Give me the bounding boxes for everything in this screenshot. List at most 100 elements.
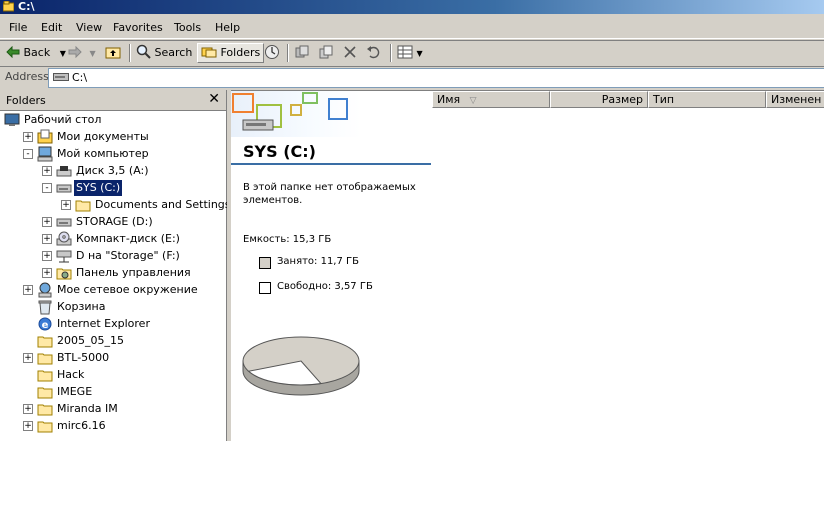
- menu-view[interactable]: View: [76, 20, 102, 35]
- tree-item-label: BTL-5000: [57, 351, 110, 364]
- folders-icon: [201, 47, 217, 58]
- views-button[interactable]: ▼: [397, 43, 423, 63]
- copy-to-button[interactable]: [318, 43, 334, 63]
- menu-bar: File Edit View Favorites Tools Help: [0, 17, 824, 39]
- expand-icon[interactable]: +: [42, 268, 52, 278]
- expand-icon[interactable]: +: [23, 353, 33, 363]
- address-bar: Address C:\: [0, 66, 824, 89]
- drive-banner-icon: [231, 91, 361, 137]
- cd-drive-icon: [56, 231, 72, 246]
- free-text: Свободно: 3,57 ГБ: [277, 281, 373, 292]
- tree-item-label: Корзина: [57, 300, 106, 313]
- capacity-text: Емкость: 15,3 ГБ: [243, 234, 332, 245]
- menu-tools[interactable]: Tools: [174, 20, 201, 35]
- copy-to-icon: [319, 45, 333, 59]
- tree-item-label: Hack: [57, 368, 85, 381]
- folder-window-icon: [3, 1, 14, 12]
- tree-item-label: Мое сетевое окружение: [57, 283, 198, 296]
- folders-pane-title: Folders: [6, 94, 46, 107]
- folder-icon: [37, 353, 53, 365]
- tree-item-label: STORAGE (D:): [76, 215, 153, 228]
- collapse-icon[interactable]: -: [23, 149, 33, 159]
- disk-usage-pie: [242, 336, 360, 396]
- search-icon: [136, 44, 151, 59]
- sort-desc-icon: ▽: [469, 96, 477, 106]
- expand-icon[interactable]: +: [23, 285, 33, 295]
- menu-edit[interactable]: Edit: [41, 20, 62, 35]
- tree-item-label: Диск 3,5 (A:): [76, 164, 149, 177]
- tree-item-label: Рабочий стол: [24, 113, 102, 126]
- tree-item-label: Панель управления: [76, 266, 191, 279]
- tree-item-label: Miranda IM: [57, 402, 118, 415]
- menu-help[interactable]: Help: [215, 20, 240, 35]
- folder-icon: [37, 336, 53, 348]
- folders-pane-header: Folders ✕: [0, 90, 226, 111]
- column-modified[interactable]: Изменен: [766, 91, 824, 108]
- tree-item-label: SYS (C:): [74, 180, 123, 196]
- folders-label: Folders: [220, 46, 261, 59]
- hard-drive-icon: [53, 73, 69, 81]
- tree-item-label: Documents and Settings: [95, 198, 231, 211]
- expand-icon[interactable]: +: [42, 217, 52, 227]
- folder-icon: [75, 200, 91, 212]
- tree-item-label: Мой компьютер: [57, 147, 149, 160]
- menu-file[interactable]: File: [9, 20, 27, 35]
- used-text: Занято: 11,7 ГБ: [277, 256, 359, 267]
- expand-icon[interactable]: +: [23, 404, 33, 414]
- expand-icon[interactable]: +: [23, 132, 33, 142]
- undo-button[interactable]: [366, 43, 382, 63]
- expand-icon[interactable]: +: [61, 200, 71, 210]
- address-value: C:\: [72, 71, 88, 84]
- tree-item-label: Мои документы: [57, 130, 149, 143]
- explorer-window: C:\ File Edit View Favorites Tools Help …: [0, 0, 824, 441]
- back-label: Back: [23, 46, 51, 59]
- search-button[interactable]: Search: [136, 43, 192, 63]
- window-title: C:\: [18, 0, 35, 13]
- title-divider: [231, 163, 431, 165]
- forward-button[interactable]: ▼: [68, 43, 96, 63]
- menu-favorites[interactable]: Favorites: [113, 20, 163, 35]
- network-drive-icon: [56, 250, 72, 263]
- move-to-button[interactable]: [294, 43, 310, 63]
- up-folder-button[interactable]: [105, 43, 121, 63]
- column-size[interactable]: Размер: [550, 91, 648, 108]
- column-type[interactable]: Тип: [648, 91, 766, 108]
- back-arrow-icon: [6, 45, 20, 59]
- expand-icon[interactable]: +: [42, 166, 52, 176]
- back-dropdown-icon: ▼: [59, 49, 66, 58]
- hard-drive-icon: [56, 184, 72, 193]
- collapse-icon[interactable]: -: [42, 183, 52, 193]
- back-button[interactable]: Back ▼: [6, 43, 66, 63]
- folder-icon: [37, 421, 53, 433]
- file-list-header: Имя ▽ Размер Тип Изменен: [432, 91, 824, 108]
- column-name[interactable]: Имя ▽: [432, 91, 550, 108]
- free-swatch: [259, 282, 271, 294]
- tree-item-label: mirc6.16: [57, 419, 106, 432]
- title-bar[interactable]: C:\: [0, 0, 824, 14]
- forward-dropdown-icon: ▼: [89, 49, 96, 58]
- history-button[interactable]: [264, 43, 280, 63]
- used-swatch: [259, 257, 271, 269]
- my-computer-icon: [37, 146, 53, 162]
- address-input[interactable]: C:\: [48, 68, 824, 88]
- expand-icon[interactable]: +: [23, 421, 33, 431]
- content-pane: SYS (C:) В этой папке нет отображаемых э…: [231, 90, 824, 441]
- delete-button[interactable]: [343, 43, 357, 63]
- address-label: Address: [5, 70, 49, 83]
- control-panel-icon: [56, 268, 72, 280]
- floppy-drive-icon: [56, 166, 72, 177]
- folders-button[interactable]: Folders: [197, 43, 265, 63]
- standard-toolbar: Back ▼ ▼ Search Folders ▼: [0, 40, 824, 67]
- my-documents-icon: [37, 129, 53, 144]
- move-to-icon: [295, 45, 309, 58]
- expand-icon[interactable]: +: [42, 234, 52, 244]
- delete-icon: [344, 46, 356, 58]
- up-folder-icon: [105, 47, 121, 59]
- search-label: Search: [154, 46, 193, 59]
- hard-drive-icon: [56, 218, 72, 227]
- tree-item-label: D на "Storage" (F:): [76, 249, 180, 262]
- tree-item-label: Internet Explorer: [57, 317, 150, 330]
- expand-icon[interactable]: +: [42, 251, 52, 261]
- tree-item-label: Компакт-диск (E:): [76, 232, 180, 245]
- close-icon[interactable]: ✕: [208, 91, 220, 107]
